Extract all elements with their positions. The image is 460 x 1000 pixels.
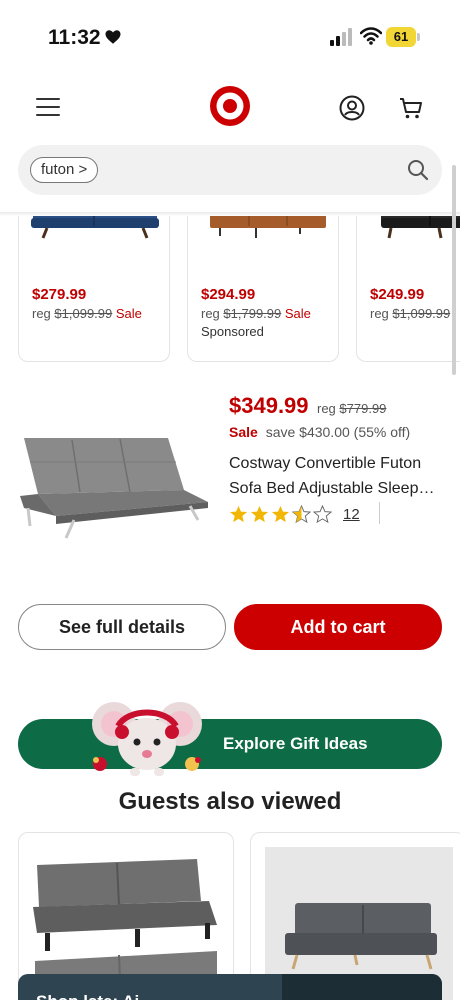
star-full-icon — [229, 505, 248, 523]
card-reg-price: reg $1,099.99 — [370, 306, 451, 321]
star-empty-icon — [313, 505, 332, 524]
carousel-product-card[interactable]: $279.99 reg $1,099.99 Sale — [18, 216, 170, 362]
heart-icon — [105, 30, 121, 44]
app-header — [0, 78, 460, 138]
carousel-product-card[interactable]: $294.99 reg $1,799.99 Sale Sponsored — [187, 216, 339, 362]
star-full-icon — [250, 505, 269, 523]
featured-product-title[interactable]: Costway Convertible Futon Sofa Bed Adjus… — [229, 451, 447, 501]
target-logo[interactable] — [209, 85, 251, 127]
star-full-icon — [271, 505, 290, 523]
account-icon[interactable] — [339, 95, 365, 121]
battery-level: 61 — [393, 29, 409, 44]
cart-icon[interactable] — [398, 95, 424, 121]
search-icon[interactable] — [407, 159, 429, 181]
review-count-link[interactable]: 12 — [343, 506, 360, 523]
savings-text: save $430.00 (55% off) — [265, 424, 411, 440]
menu-icon[interactable] — [36, 98, 60, 118]
signal-icon — [330, 28, 352, 46]
explore-gift-ideas-banner[interactable]: Explore Gift Ideas — [18, 719, 442, 769]
wifi-icon — [360, 27, 382, 45]
card-price: $294.99 — [201, 286, 256, 303]
featured-product-image[interactable] — [18, 432, 214, 542]
bottom-sheet-label: Shop late: Ai — [36, 992, 139, 1000]
black-sofa-image — [381, 216, 460, 239]
see-full-details-button[interactable]: See full details — [18, 604, 226, 650]
gift-banner-label: Explore Gift Ideas — [223, 734, 368, 753]
rating-divider — [379, 502, 380, 524]
add-to-cart-button[interactable]: Add to cart — [234, 604, 442, 650]
product-carousel[interactable]: $279.99 reg $1,099.99 Sale $294.99 reg $… — [0, 216, 460, 362]
carousel-product-card[interactable]: $249.99 reg $1,099.99 — [356, 216, 460, 362]
search-query-chip[interactable]: futon > — [30, 157, 99, 183]
featured-reg-price: reg $779.99 — [316, 401, 387, 416]
star-rating — [229, 505, 334, 525]
brown-sofa-image — [210, 216, 326, 238]
sponsored-label: Sponsored — [201, 324, 264, 339]
holiday-mouse-mascot — [92, 702, 202, 776]
card-price: $279.99 — [32, 286, 87, 303]
featured-price: $349.99 — [229, 393, 309, 418]
promo-bottom-sheet[interactable]: Shop late: Ai — [18, 974, 442, 1000]
card-reg-price: reg $1,099.99 Sale — [32, 306, 142, 321]
status-time: 11:32 — [48, 26, 101, 49]
blue-futon-image — [31, 216, 159, 239]
scrollbar[interactable] — [452, 165, 456, 375]
card-reg-price: reg $1,799.99 Sale — [201, 306, 311, 321]
status-bar: 11:32 61 — [0, 0, 460, 70]
search-bar[interactable]: futon > — [18, 145, 442, 195]
featured-sale-row: Sale save $430.00 (55% off) — [229, 424, 410, 440]
featured-price-row: $349.99 reg $779.99 — [229, 393, 386, 419]
battery-icon: 61 — [386, 27, 420, 47]
card-price: $249.99 — [370, 286, 425, 303]
star-half-icon — [292, 505, 311, 524]
sale-label: Sale — [229, 424, 258, 440]
section-title: Guests also viewed — [118, 788, 342, 815]
